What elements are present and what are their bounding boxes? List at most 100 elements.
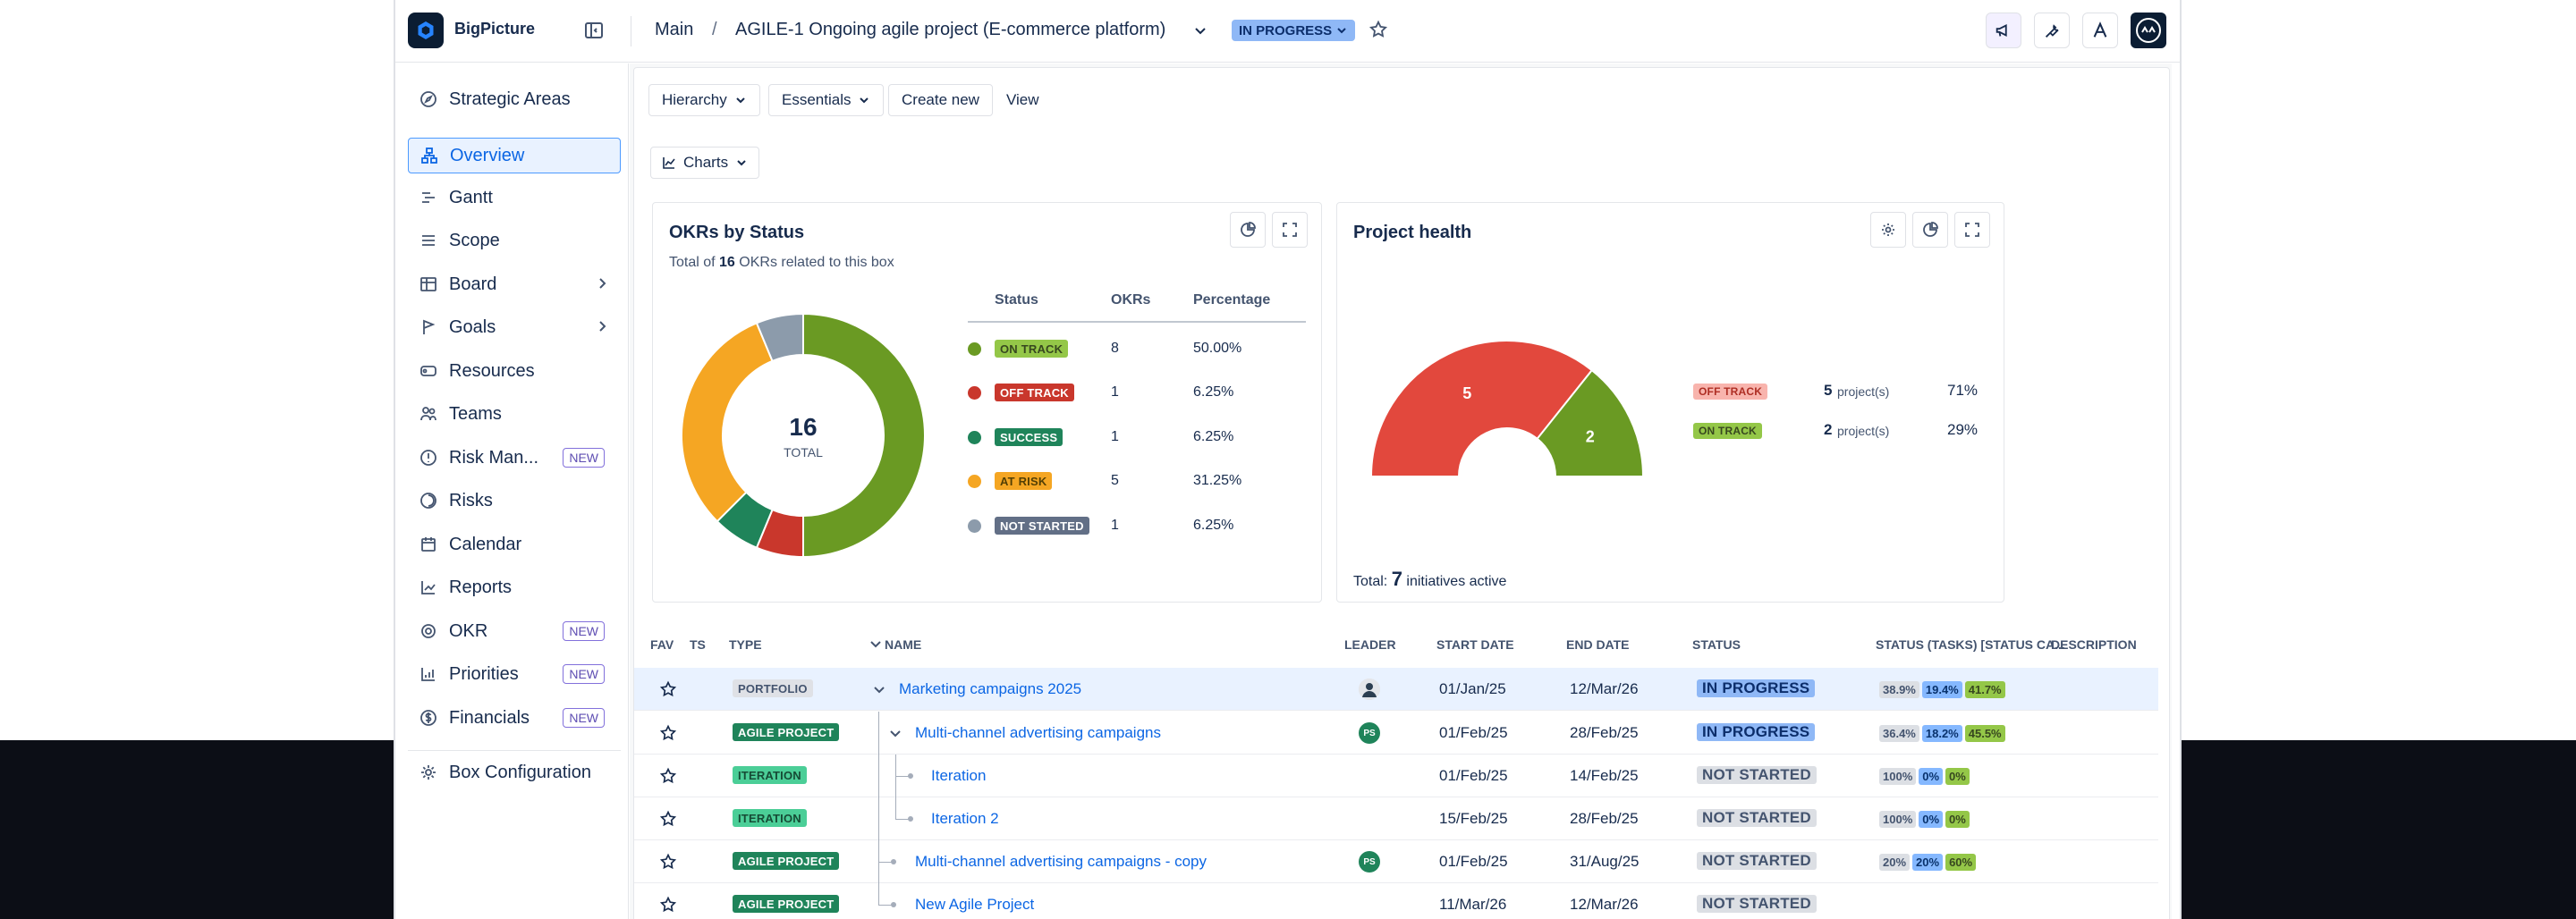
favorite-star-icon[interactable]: [659, 810, 677, 828]
type-lozenge: AGILE PROJECT: [733, 895, 840, 913]
leader-avatar[interactable]: PS: [1359, 722, 1380, 744]
column-header-ts[interactable]: TS: [690, 637, 706, 652]
table-row[interactable]: ITERATION Iteration 2 15/Feb/25 28/Feb/2…: [634, 797, 2158, 840]
type-lozenge: PORTFOLIO: [733, 679, 813, 697]
chevron-down-icon: [736, 97, 745, 104]
new-badge: NEW: [563, 708, 605, 728]
item-name-link[interactable]: Multi-channel advertising campaigns: [915, 724, 1161, 742]
leader-avatar[interactable]: PS: [1359, 851, 1380, 873]
hierarchy-dropdown[interactable]: Hierarchy: [648, 84, 760, 116]
sidebar-item-reports[interactable]: Reports: [408, 569, 621, 605]
status-dot: [968, 475, 981, 488]
project-health-card: Project health 52 OFF TRACK 5 project(s): [1336, 202, 2004, 603]
column-header-type[interactable]: TYPE: [729, 637, 762, 652]
column-header-name[interactable]: NAME: [885, 637, 921, 652]
chart-settings-button[interactable]: [1870, 212, 1906, 248]
item-name-link[interactable]: Iteration: [931, 767, 986, 785]
table-row[interactable]: PORTFOLIO Marketing campaigns 2025 01/Ja…: [634, 668, 2158, 711]
breadcrumb-main[interactable]: Main: [655, 20, 693, 40]
essentials-dropdown[interactable]: Essentials: [768, 84, 885, 116]
donut-slice-on-track[interactable]: [802, 312, 926, 559]
item-name-link[interactable]: Multi-channel advertising campaigns - co…: [915, 853, 1207, 871]
leader-avatar[interactable]: [1359, 679, 1380, 700]
project-status-badge[interactable]: IN PROGRESS: [1232, 20, 1356, 41]
charts-dropdown[interactable]: Charts: [650, 147, 760, 179]
expand-chevron-icon[interactable]: [872, 682, 886, 696]
sidebar-item-gantt[interactable]: Gantt: [408, 180, 621, 215]
status-tasks-bar: 100% 0% 0%: [1879, 810, 1972, 828]
favorite-star-icon[interactable]: [659, 896, 677, 914]
sidebar-item-risks[interactable]: Risks: [408, 483, 621, 519]
pie-chart-toggle-button[interactable]: [1912, 212, 1948, 248]
fullscreen-button[interactable]: [1954, 212, 1990, 248]
sidebar-item-scope[interactable]: Scope: [408, 223, 621, 258]
project-dropdown-chevron-icon[interactable]: [1191, 21, 1209, 39]
fullscreen-button[interactable]: [1272, 212, 1308, 248]
okr-row: AT RISK 5 31.25%: [968, 468, 1306, 494]
column-header-end-date[interactable]: END DATE: [1566, 637, 1630, 652]
essentials-label: Essentials: [782, 91, 852, 108]
sidebar-item-calendar[interactable]: Calendar: [408, 527, 621, 562]
sidebar-item-board[interactable]: Board: [408, 266, 621, 302]
sidebar-toggle-icon[interactable]: [583, 20, 605, 41]
favorite-star-icon[interactable]: [659, 724, 677, 742]
charts-label: Charts: [683, 154, 729, 171]
column-header-start-date[interactable]: START DATE: [1436, 637, 1514, 652]
expand-chevron-icon[interactable]: [888, 726, 902, 740]
tree-line: [878, 883, 879, 905]
announcement-button[interactable]: [1986, 13, 2021, 48]
column-header-leader[interactable]: LEADER: [1344, 637, 1396, 652]
item-name-link[interactable]: Iteration 2: [931, 810, 999, 828]
sidebar-item-label: Box Configuration: [449, 762, 591, 782]
create-new-button[interactable]: Create new: [888, 84, 993, 116]
hierarchy-label: Hierarchy: [662, 91, 727, 108]
sidebar-item-priorities[interactable]: Priorities NEW: [408, 656, 621, 692]
user-avatar-button[interactable]: [2131, 13, 2166, 48]
pie-chart-toggle-button[interactable]: [1230, 212, 1266, 248]
start-date: 01/Feb/25: [1439, 767, 1508, 784]
breadcrumb-project[interactable]: AGILE-1 Ongoing agile project (E-commerc…: [735, 20, 1165, 40]
item-name-link[interactable]: Marketing campaigns 2025: [899, 680, 1081, 698]
okr-row: OFF TRACK 1 6.25%: [968, 379, 1306, 406]
chevron-right-icon: [594, 318, 610, 334]
sidebar-item-okr[interactable]: OKR NEW: [408, 613, 621, 649]
okr-percentage: 31.25%: [1193, 473, 1242, 488]
sidebar-item-box-configuration[interactable]: Box Configuration: [408, 755, 621, 790]
favorite-star-icon[interactable]: [659, 853, 677, 871]
view-button[interactable]: View: [999, 84, 1046, 116]
hierarchy-icon: [419, 146, 439, 165]
sidebar-item-overview[interactable]: Overview: [408, 138, 621, 173]
sidebar-item-financials[interactable]: Financials NEW: [408, 700, 621, 736]
view-label: View: [1006, 91, 1039, 108]
start-date: 15/Feb/25: [1439, 810, 1508, 827]
favorite-star-icon[interactable]: [659, 680, 677, 698]
bigpicture-logo-icon[interactable]: [408, 13, 444, 48]
tools-button[interactable]: [2034, 13, 2070, 48]
brand-name: BigPicture: [454, 20, 536, 38]
sidebar-item-goals[interactable]: Goals: [408, 309, 621, 345]
calendar-icon: [419, 535, 438, 554]
favorite-star-icon[interactable]: [659, 767, 677, 785]
donut-center-value: 16: [789, 413, 817, 441]
sidebar-item-resources[interactable]: Resources: [408, 353, 621, 389]
table-row[interactable]: AGILE PROJECT Multi-channel advertising …: [634, 712, 2158, 755]
column-header-description[interactable]: DESCRIPTION: [2051, 637, 2137, 652]
column-header-status-tasks[interactable]: STATUS (TASKS) [STATUS CA...: [1876, 637, 2065, 652]
column-header-status[interactable]: STATUS: [1692, 637, 1741, 652]
item-name-link[interactable]: New Agile Project: [915, 896, 1034, 914]
column-header-fav[interactable]: FAV: [650, 637, 674, 652]
tree-line: [878, 797, 879, 840]
sidebar-item-risk-management[interactable]: Risk Man... NEW: [408, 440, 621, 476]
donut-slice-at-risk[interactable]: [681, 322, 774, 523]
favorite-star-icon[interactable]: [1368, 20, 1390, 41]
collapse-all-chevron-icon[interactable]: [869, 637, 883, 651]
reports-icon: [419, 578, 438, 597]
table-row[interactable]: AGILE PROJECT Multi-channel advertising …: [634, 840, 2158, 883]
text-format-button[interactable]: [2082, 13, 2118, 48]
new-badge: NEW: [563, 448, 605, 468]
sidebar-item-strategic-areas[interactable]: Strategic Areas: [408, 81, 621, 117]
sidebar-item-teams[interactable]: Teams: [408, 396, 621, 432]
chevron-right-icon: [594, 275, 610, 291]
table-row[interactable]: ITERATION Iteration 01/Feb/25 14/Feb/25 …: [634, 755, 2158, 797]
table-row[interactable]: AGILE PROJECT New Agile Project 11/Mar/2…: [634, 883, 2158, 919]
